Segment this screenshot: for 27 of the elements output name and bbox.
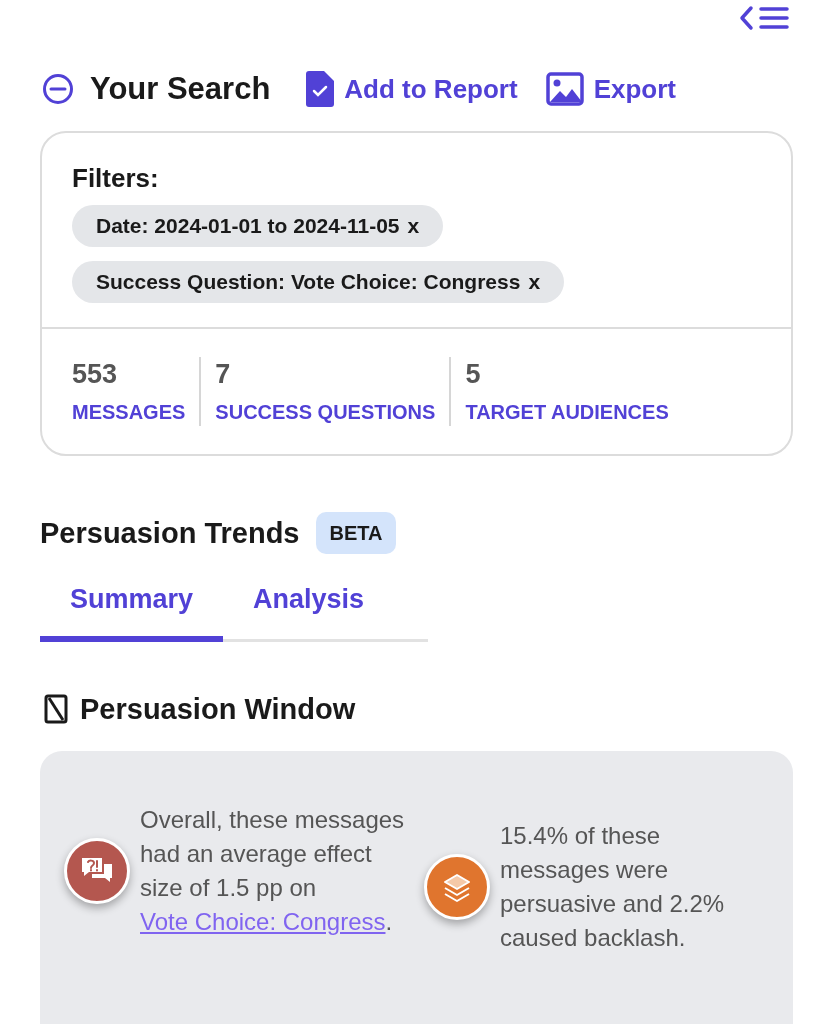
- filter-text: Success Question: Vote Choice: Congress: [96, 268, 521, 295]
- success-question-link[interactable]: Vote Choice: Congress: [140, 908, 386, 935]
- document-check-icon: [306, 71, 335, 108]
- search-title: Your Search: [90, 70, 271, 108]
- stat-value: 5: [465, 360, 482, 388]
- collapse-menu-icon[interactable]: [739, 4, 791, 32]
- stat-value: 7: [215, 360, 232, 388]
- stat-value: 553: [72, 360, 119, 388]
- image-icon: [545, 72, 584, 107]
- beta-badge: BETA: [315, 512, 397, 555]
- stat-label[interactable]: TARGET AUDIENCES: [465, 401, 669, 422]
- stat-label[interactable]: MESSAGES: [72, 401, 186, 422]
- insight-text: Overall, these messages had an average effect size of 1.5 pp on Vote Choice: Congress.: [140, 805, 406, 937]
- remove-filter-button[interactable]: x: [407, 209, 420, 242]
- window-title: Persuasion Window: [80, 691, 356, 727]
- stat-label[interactable]: SUCCESS QUESTIONS: [215, 401, 436, 422]
- insight-text: 15.4% of these messages were persuasive and 2.2% caused backlash.: [500, 821, 726, 953]
- remove-filter-button[interactable]: x: [528, 265, 541, 298]
- section-title: Persuasion Trends: [40, 515, 300, 551]
- export-button[interactable]: Export: [545, 69, 676, 109]
- collapse-icon[interactable]: [42, 73, 74, 106]
- tab[interactable]: Summary: [40, 579, 224, 642]
- tab[interactable]: Analysis: [223, 579, 395, 642]
- filters-label: Filters:: [72, 164, 159, 191]
- add-to-report-button[interactable]: Add to Report: [306, 69, 518, 109]
- filter-text: Date: 2024-01-01 to 2024-11-05: [96, 212, 400, 239]
- window-icon: [44, 694, 68, 725]
